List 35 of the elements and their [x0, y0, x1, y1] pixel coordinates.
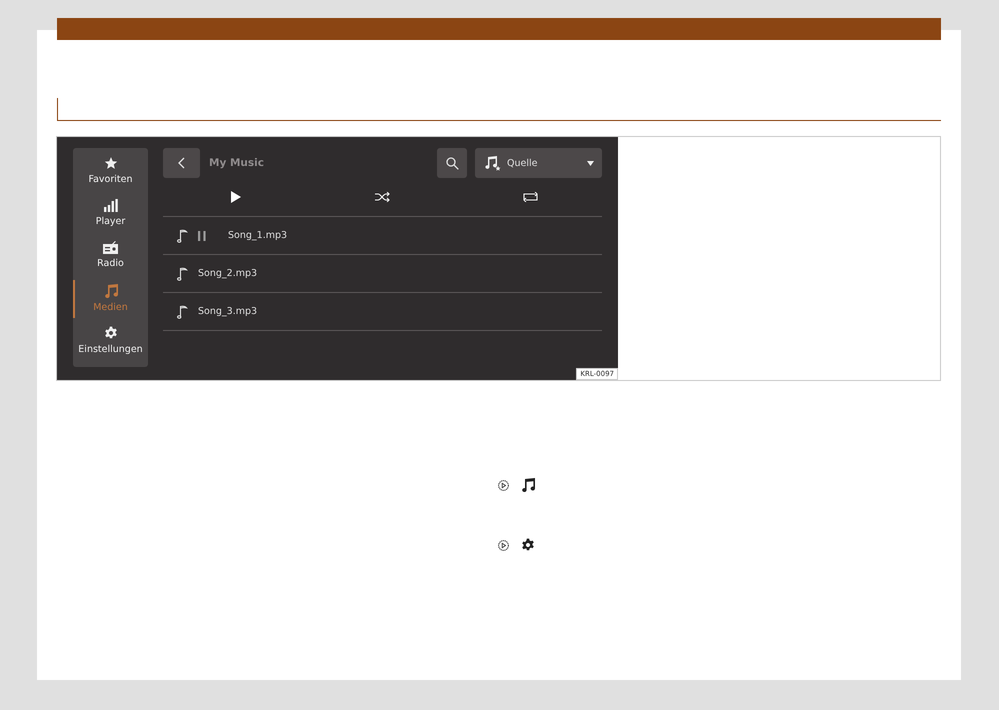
music-note-icon — [104, 284, 118, 298]
play-button[interactable] — [231, 191, 241, 203]
song-row[interactable]: Song_1.mp3 — [163, 217, 602, 255]
play-icon — [231, 191, 241, 203]
music-note-icon — [177, 304, 188, 318]
settings-icon — [104, 326, 118, 340]
song-name: Song_2.mp3 — [198, 268, 258, 279]
shuffle-icon — [374, 192, 390, 202]
screen-title: My Music — [209, 157, 265, 169]
play-circle-icon — [498, 540, 509, 550]
shuffle-button[interactable] — [374, 192, 390, 202]
radio-icon — [103, 241, 118, 254]
sidebar-item[interactable]: Favoriten — [73, 154, 148, 197]
music-note-icon — [177, 266, 188, 280]
song-name: Song_1.mp3 — [228, 230, 288, 241]
song-row[interactable]: Song_2.mp3 — [163, 255, 602, 293]
source-dropdown[interactable]: Quelle — [475, 148, 602, 178]
music-note-icon — [485, 156, 501, 170]
sidebar-item[interactable]: Einstellungen — [73, 324, 148, 367]
search-button[interactable] — [437, 148, 467, 178]
song-name: Song_3.mp3 — [198, 306, 258, 317]
sidebar-item[interactable]: Player — [73, 196, 148, 240]
repeat-icon — [523, 192, 538, 202]
star-icon — [104, 156, 118, 170]
repeat-button[interactable] — [523, 192, 538, 202]
bar-chart-icon — [104, 198, 118, 212]
caret-icon — [587, 160, 594, 166]
music-note-icon — [177, 228, 188, 242]
music-note-icon — [521, 478, 535, 492]
play-circle-icon — [498, 480, 509, 490]
settings-icon — [521, 538, 535, 552]
search-icon — [446, 156, 458, 170]
song-row[interactable]: Song_3.mp3 — [163, 293, 602, 331]
chevron-left-icon — [178, 157, 185, 169]
sidebar-item[interactable]: Radio — [73, 239, 148, 282]
